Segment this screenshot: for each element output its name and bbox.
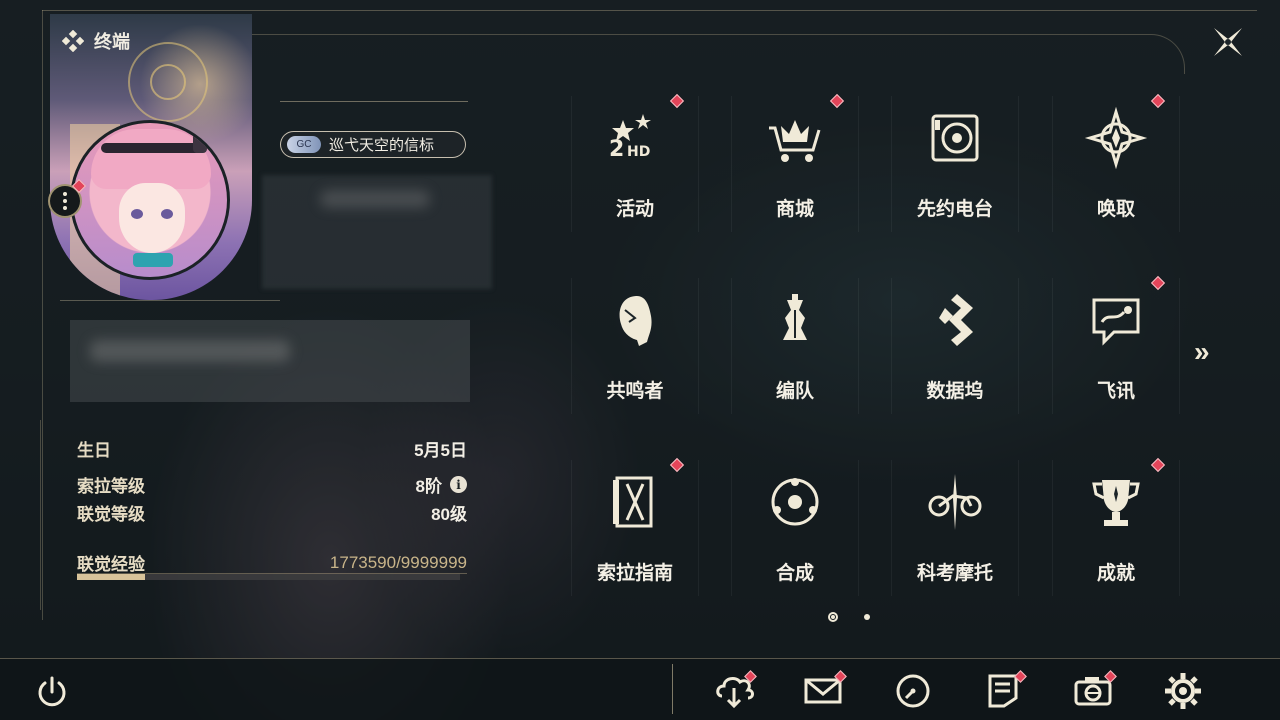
mail-button[interactable] [802, 670, 847, 710]
stat-value: 80级 [431, 505, 467, 524]
camera-button[interactable] [1072, 670, 1117, 710]
page-dot-active[interactable] [828, 612, 838, 622]
notice-button[interactable] [982, 670, 1027, 710]
menu-tile-frame [1052, 96, 1180, 232]
next-page-chevron-icon[interactable]: » [1194, 336, 1209, 368]
menu-tile-frame [571, 460, 699, 596]
menu-tile-frame [891, 96, 1019, 232]
redacted-name-text [320, 190, 430, 208]
frame-line-top [42, 10, 1257, 11]
menu-tile[interactable]: 成就 [1052, 457, 1180, 600]
stat-value-group: 8阶 i [416, 472, 467, 497]
redacted-signature-text [90, 340, 290, 362]
stat-union-exp: 联觉经验 1773590/9999999 [77, 550, 467, 575]
stat-label: 联觉经验 [77, 555, 145, 574]
menu-tile[interactable]: 科考摩托 [891, 460, 1019, 600]
avatar-eye-left [131, 209, 143, 219]
menu-tile[interactable]: 先约电台 [891, 96, 1019, 236]
stat-value: 1773590/9999999 [329, 552, 467, 572]
avatar-bow [193, 131, 207, 153]
name-divider [280, 101, 468, 102]
avatar[interactable] [70, 120, 230, 280]
exit-game-button[interactable] [32, 672, 72, 712]
frame-line-left [42, 10, 43, 620]
menu-tile[interactable]: 飞讯 [1052, 275, 1180, 418]
menu-tile[interactable]: 合成 [731, 460, 859, 600]
portrait-decor-ring-inner [150, 64, 186, 100]
page-indicator [828, 612, 870, 622]
info-icon[interactable]: i [450, 476, 467, 493]
menu-tile-frame [571, 96, 699, 232]
close-icon [1214, 28, 1242, 56]
stat-union-level: 联觉等级 80级 [77, 500, 467, 525]
settings-gear-button[interactable] [1162, 670, 1204, 710]
title-badge-label: 巡弋天空的信标 [329, 137, 435, 154]
profile-divider [60, 300, 280, 301]
page-dot[interactable] [864, 614, 870, 620]
menu-tile-frame [731, 96, 859, 232]
close-button[interactable] [1208, 22, 1248, 62]
menu-tile-frame [891, 278, 1019, 414]
stat-value: 5月5日 [414, 441, 467, 460]
avatar-face [119, 183, 185, 253]
stat-value: 8阶 [415, 477, 442, 496]
menu-tile[interactable]: 数据坞 [891, 278, 1019, 418]
terminal-header: 终端 [62, 28, 130, 54]
frame-line-curve [250, 34, 1185, 74]
stat-birthday: 生日 5月5日 [77, 436, 467, 461]
power-icon [38, 676, 66, 707]
clock-icon [896, 674, 930, 708]
menu-tile[interactable]: 索拉指南 [571, 457, 699, 600]
frame-line-left-lower [40, 420, 41, 610]
exp-progress-bar [77, 574, 460, 580]
menu-tile[interactable]: 编队 [731, 278, 859, 418]
menu-tile[interactable]: 唤取 [1052, 93, 1180, 236]
bottom-bar-divider [672, 664, 673, 714]
exp-progress-fill [77, 574, 145, 580]
settings-gear-icon [1165, 673, 1201, 709]
stat-label: 生日 [77, 441, 111, 460]
title-badge[interactable]: GC 巡弋天空的信标 [280, 131, 466, 158]
avatar-collar [133, 253, 173, 267]
clock-button[interactable] [892, 670, 934, 710]
badge-logo-icon: GC [287, 136, 321, 153]
stat-label: 联觉等级 [77, 505, 145, 524]
menu-tile-frame [1052, 460, 1180, 596]
menu-tile[interactable]: 2 HD 活动 [571, 93, 699, 236]
menu-tile[interactable]: 商城 [731, 93, 859, 236]
menu-tile-frame [571, 278, 699, 414]
terminal-title: 终端 [94, 32, 130, 52]
menu-tile-frame [891, 460, 1019, 596]
avatar-eye-right [161, 209, 173, 219]
download-cloud-button[interactable] [712, 670, 757, 710]
menu-tile-frame [731, 460, 859, 596]
stat-sola-level: 索拉等级 8阶 i [77, 472, 467, 497]
stat-label: 索拉等级 [77, 477, 145, 496]
more-vertical-icon [63, 192, 67, 210]
menu-tile-frame [1052, 278, 1180, 414]
terminal-diamond-icon [62, 30, 84, 52]
avatar-headband [101, 143, 201, 153]
menu-tile[interactable]: 共鸣者 [571, 278, 699, 418]
menu-tile-frame [731, 278, 859, 414]
